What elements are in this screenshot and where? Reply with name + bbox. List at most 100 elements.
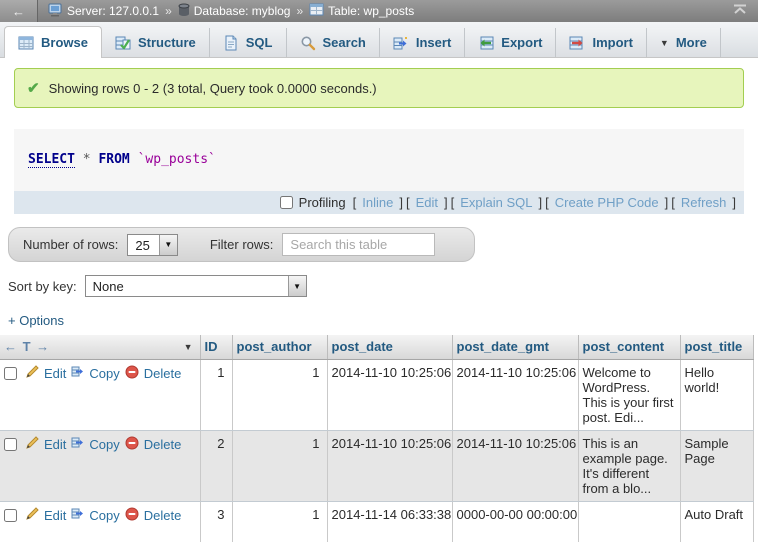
edit-link[interactable]: Edit: [44, 508, 66, 523]
row-actions: Edit Copy Delete: [4, 365, 196, 382]
cell-post-title: Hello world!: [680, 359, 753, 430]
table-row: Edit Copy Delete 3 1 2014-11-14 06:33:38…: [0, 501, 753, 542]
copy-icon: [71, 365, 84, 381]
delete-icon: [125, 507, 139, 524]
column-header-post-date-gmt[interactable]: post_date_gmt: [452, 335, 578, 359]
tab-export[interactable]: Export: [465, 28, 556, 57]
tab-structure[interactable]: Structure: [102, 28, 210, 57]
collapse-panel-button[interactable]: [732, 4, 748, 18]
back-arrow-icon: ←: [12, 4, 25, 19]
sort-caret-icon[interactable]: ▼: [184, 342, 196, 352]
insert-icon: [393, 35, 409, 51]
rows-filter-bar: Number of rows: 25 ▼ Filter rows:: [8, 227, 475, 262]
row-checkbox[interactable]: [4, 438, 17, 451]
cell-post-author: 1: [232, 430, 327, 501]
options-toggle-link[interactable]: + Options: [8, 313, 64, 328]
edit-icon: [26, 436, 39, 452]
dropdown-arrow-icon: ▼: [159, 235, 177, 255]
delete-link[interactable]: Delete: [144, 437, 182, 452]
edit-link[interactable]: Edit: [44, 437, 66, 452]
cell-post-title: Sample Page: [680, 430, 753, 501]
column-header-post-title[interactable]: post_title: [680, 335, 753, 359]
table-header-row: ← T → ▼ ID post_author post_date post_da…: [0, 335, 753, 359]
bracket: ]: [399, 195, 403, 210]
column-header-post-date[interactable]: post_date: [327, 335, 452, 359]
tab-browse[interactable]: Browse: [4, 26, 102, 58]
export-icon: [478, 35, 494, 51]
column-options-header[interactable]: ← T → ▼: [0, 335, 200, 359]
copy-icon: [71, 507, 84, 523]
cell-id: 1: [200, 359, 232, 430]
bracket: ]: [732, 195, 736, 210]
tab-insert-label: Insert: [416, 35, 451, 50]
tab-sql-label: SQL: [246, 35, 273, 50]
cell-post-date-gmt: 2014-11-10 10:25:06: [452, 359, 578, 430]
breadcrumb-bar: ← Server: 127.0.0.1 » Database: myblog »…: [0, 0, 758, 22]
breadcrumb-database-label: Database: myblog: [194, 4, 291, 18]
inline-link[interactable]: Inline: [359, 195, 396, 210]
column-header-id[interactable]: ID: [200, 335, 232, 359]
row-actions: Edit Copy Delete: [4, 436, 196, 453]
row-checkbox[interactable]: [4, 367, 17, 380]
tab-insert[interactable]: Insert: [380, 28, 465, 57]
tab-browse-label: Browse: [41, 35, 88, 50]
status-message-text: Showing rows 0 - 2 (3 total, Query took …: [49, 81, 377, 96]
sql-keyword-select: SELECT: [28, 152, 75, 168]
status-message: ✔ Showing rows 0 - 2 (3 total, Query too…: [14, 68, 744, 108]
number-of-rows-select[interactable]: 25 ▼: [127, 234, 177, 256]
profiling-label: Profiling: [299, 195, 346, 210]
breadcrumb-database[interactable]: Database: myblog: [178, 3, 291, 20]
tab-search[interactable]: Search: [287, 28, 380, 57]
table-row: Edit Copy Delete 2 1 2014-11-10 10:25:06…: [0, 430, 753, 501]
database-icon: [178, 3, 190, 20]
tab-sql[interactable]: SQL: [210, 28, 287, 57]
cell-post-content: [578, 501, 680, 542]
column-header-post-content[interactable]: post_content: [578, 335, 680, 359]
column-header-post-author[interactable]: post_author: [232, 335, 327, 359]
query-toolbar: Profiling [ Inline ] [ Edit ] [ Explain …: [14, 191, 744, 214]
breadcrumb-server[interactable]: Server: 127.0.0.1: [48, 3, 159, 20]
results-table: ← T → ▼ ID post_author post_date post_da…: [0, 335, 754, 542]
back-button[interactable]: ←: [0, 0, 38, 22]
breadcrumb-table[interactable]: Table: wp_posts: [309, 3, 414, 19]
delete-link[interactable]: Delete: [144, 508, 182, 523]
sql-query: SELECT * FROM `wp_posts`: [14, 129, 744, 191]
sort-row: Sort by key: None ▼: [8, 275, 758, 297]
cell-post-date-gmt: 0000-00-00 00:00:00: [452, 501, 578, 542]
refresh-link[interactable]: Refresh: [678, 195, 730, 210]
cell-post-date: 2014-11-10 10:25:06: [327, 359, 452, 430]
breadcrumb-server-label: Server: 127.0.0.1: [67, 4, 159, 18]
sort-by-key-label: Sort by key:: [8, 279, 77, 294]
success-check-icon: ✔: [27, 79, 40, 97]
sort-by-key-select[interactable]: None ▼: [85, 275, 307, 297]
edit-link[interactable]: Edit: [44, 366, 66, 381]
cell-post-date: 2014-11-14 06:33:38: [327, 501, 452, 542]
breadcrumb: Server: 127.0.0.1 » Database: myblog » T…: [38, 3, 414, 20]
cell-post-content: This is an example page. It's different …: [578, 430, 680, 501]
edit-query-link[interactable]: Edit: [413, 195, 441, 210]
filter-rows-input[interactable]: [282, 233, 435, 256]
delete-link[interactable]: Delete: [144, 366, 182, 381]
tab-import[interactable]: Import: [556, 28, 646, 57]
dropdown-arrow-icon: ▼: [288, 276, 306, 296]
copy-link[interactable]: Copy: [89, 508, 119, 523]
create-php-code-link[interactable]: Create PHP Code: [552, 195, 662, 210]
explain-sql-link[interactable]: Explain SQL: [457, 195, 535, 210]
profiling-checkbox[interactable]: [280, 196, 293, 209]
copy-link[interactable]: Copy: [89, 366, 119, 381]
bracket: ]: [444, 195, 448, 210]
cell-post-author: 1: [232, 359, 327, 430]
breadcrumb-table-label: Table: wp_posts: [328, 4, 414, 18]
edit-icon: [26, 507, 39, 523]
table-row: Edit Copy Delete 1 1 2014-11-10 10:25:06…: [0, 359, 753, 430]
bracket: [: [671, 195, 675, 210]
tab-more[interactable]: ▼ More: [647, 28, 721, 57]
cell-post-author: 1: [232, 501, 327, 542]
cell-post-title: Auto Draft: [680, 501, 753, 542]
row-actions: Edit Copy Delete: [4, 507, 196, 524]
tab-structure-label: Structure: [138, 35, 196, 50]
column-nav-icon: ← T →: [4, 339, 50, 354]
row-checkbox[interactable]: [4, 509, 17, 522]
structure-icon: [115, 35, 131, 51]
copy-link[interactable]: Copy: [89, 437, 119, 452]
